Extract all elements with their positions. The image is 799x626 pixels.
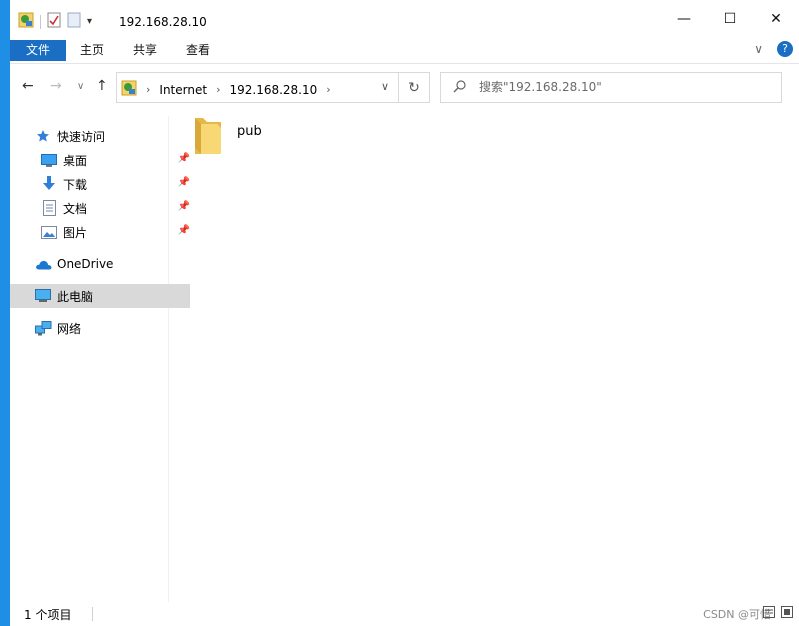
tab-view[interactable]: 查看 [186,40,210,61]
address-dropdown-icon[interactable]: ∨ [381,80,389,93]
status-bar: 1 个项目 CSDN @可惜 [10,602,799,626]
list-item[interactable]: pub [193,114,262,159]
download-icon [40,176,58,192]
navigation-pane: 快速访问 桌面 📌 下载 📌 文档 📌 图片 📌 OneDrive 此电脑 网络 [10,116,190,602]
folder-icon [193,114,223,159]
new-folder-icon[interactable] [67,12,81,31]
forward-arrow-icon[interactable]: → [50,78,62,94]
refresh-button[interactable]: ↻ [398,73,429,102]
sidebar-item-label: OneDrive [57,257,114,271]
item-count: 1 个项目 [24,608,72,622]
network-icon [34,320,52,336]
sidebar-item-this-pc[interactable]: 此电脑 [10,284,190,308]
status-separator [92,607,93,621]
expand-ribbon-icon[interactable]: ∨ [754,42,763,56]
details-view-icon[interactable] [763,606,775,621]
back-arrow-icon[interactable]: ← [22,78,34,94]
file-name: pub [237,124,262,139]
desktop-icon [40,152,58,168]
star-icon [34,128,52,144]
sidebar-item-label: 文档 [63,201,88,216]
sidebar-item-quick-access[interactable]: 快速访问 [10,124,190,148]
sidebar-item-network[interactable]: 网络 [10,316,190,340]
network-location-icon [121,80,137,99]
refresh-icon: ↻ [408,79,420,96]
computer-icon [34,288,52,304]
window-title: 192.168.28.10 [119,15,207,29]
sidebar-item-label: 快速访问 [57,129,106,144]
qat-separator [40,14,41,29]
search-input[interactable] [479,78,769,96]
sidebar-item-label: 桌面 [63,153,88,168]
watermark: CSDN @可惜 [703,608,771,621]
caption-buttons: — ☐ ✕ [661,0,799,38]
sidebar-item-label: 此电脑 [57,289,94,304]
sidebar-item-label: 下载 [63,177,88,192]
sidebar-item-label: 图片 [63,225,88,240]
large-icons-view-icon[interactable] [781,606,793,621]
chevron-right-icon[interactable]: › [216,83,220,96]
file-list: pub [169,106,799,602]
close-button[interactable]: ✕ [753,0,799,38]
chevron-right-icon[interactable]: › [146,83,150,96]
tab-home[interactable]: 主页 [80,40,104,61]
title-bar: ▾ 192.168.28.10 — ☐ ✕ [10,0,799,38]
pictures-icon [40,224,58,240]
qat-customize-icon[interactable]: ▾ [87,16,92,27]
tab-file[interactable]: 文件 [10,40,66,61]
breadcrumb: › Internet › 192.168.28.10 › [121,80,331,99]
network-location-icon[interactable] [18,12,34,31]
breadcrumb-item-host[interactable]: 192.168.28.10 [229,83,317,97]
breadcrumb-item-internet[interactable]: Internet [159,83,207,97]
quick-access-toolbar: ▾ [18,12,92,31]
ribbon-right-controls: ∨ ? [754,41,793,57]
ribbon-tabs: 文件 主页 共享 查看 ∨ ? [10,38,799,64]
help-icon[interactable]: ? [777,41,793,57]
navigation-bar: ← → ∨ ↑ › Internet › 192.168.28.10 › ∨ ↻ [10,70,799,104]
explorer-window: ▾ 192.168.28.10 — ☐ ✕ 文件 主页 共享 查看 ∨ ? ← … [10,0,799,626]
sidebar-item-onedrive[interactable]: OneDrive [10,252,190,276]
search-box[interactable] [440,72,782,103]
maximize-button[interactable]: ☐ [707,0,753,38]
view-switcher [763,606,793,621]
address-bar[interactable]: › Internet › 192.168.28.10 › ∨ [116,72,430,103]
up-arrow-icon[interactable]: ↑ [96,78,108,94]
chevron-right-icon[interactable]: › [326,83,330,96]
search-icon [453,79,467,97]
properties-icon[interactable] [47,12,61,31]
minimize-button[interactable]: — [661,0,707,38]
tab-share[interactable]: 共享 [133,40,157,61]
document-icon [40,200,58,216]
sidebar-item-label: 网络 [57,321,82,336]
recent-locations-icon[interactable]: ∨ [77,81,84,92]
cloud-icon [34,256,52,272]
